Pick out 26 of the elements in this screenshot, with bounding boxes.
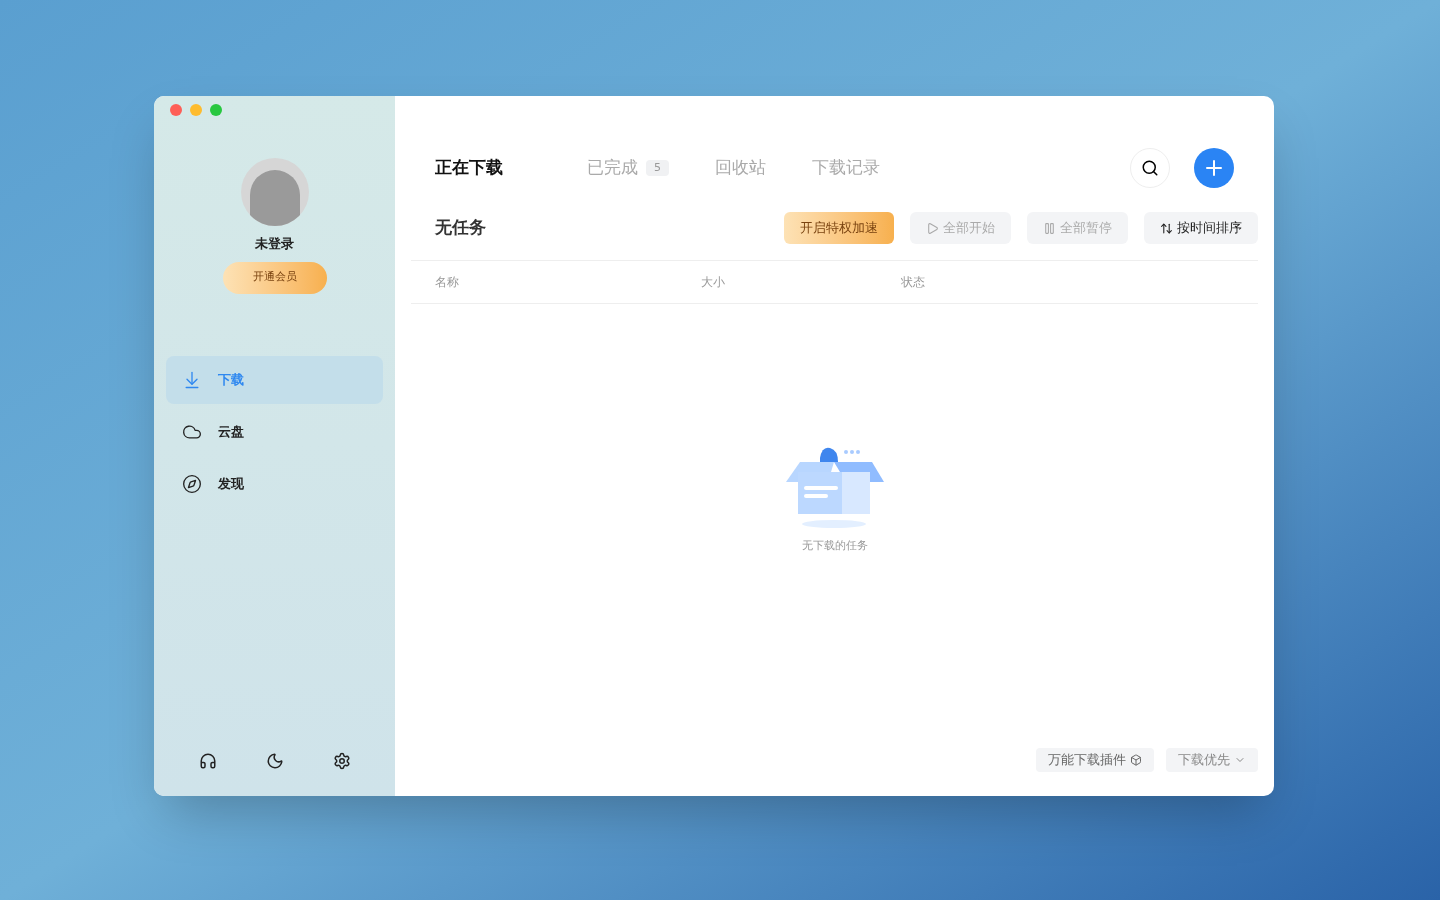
column-header: 大小 — [701, 274, 726, 291]
speed-up-button[interactable]: 开启特权加速 — [784, 212, 894, 244]
count-badge: 5 — [646, 159, 669, 177]
headset-icon[interactable] — [198, 752, 217, 770]
moon-icon[interactable] — [265, 752, 284, 770]
pause-icon — [1043, 221, 1056, 235]
add-button[interactable] — [1194, 148, 1234, 188]
nav-item[interactable]: 云盘 — [166, 407, 383, 456]
compass-icon — [182, 473, 202, 494]
tab[interactable]: 正在下载 — [435, 155, 541, 181]
plugin-button[interactable]: 万能下载插件 — [1036, 748, 1154, 772]
column-header: 状态 — [901, 274, 926, 291]
search-icon — [1141, 159, 1159, 177]
nav-item[interactable]: 发现 — [166, 459, 383, 508]
column-header: 名称 — [435, 274, 460, 291]
empty-message: 无下载的任务 — [801, 538, 868, 554]
task-status-title: 无任务 — [435, 216, 486, 240]
user-name: 未登录 — [255, 235, 294, 253]
sort-icon — [1160, 221, 1173, 235]
priority-dropdown[interactable]: 下载优先 — [1166, 748, 1258, 772]
settings-icon[interactable] — [332, 752, 351, 770]
play-icon — [926, 221, 939, 235]
close-window-button[interactable] — [170, 104, 182, 116]
sort-button[interactable]: 按时间排序 — [1144, 212, 1258, 244]
vip-button[interactable]: 开通会员 — [222, 261, 327, 294]
cube-icon — [1130, 754, 1142, 766]
